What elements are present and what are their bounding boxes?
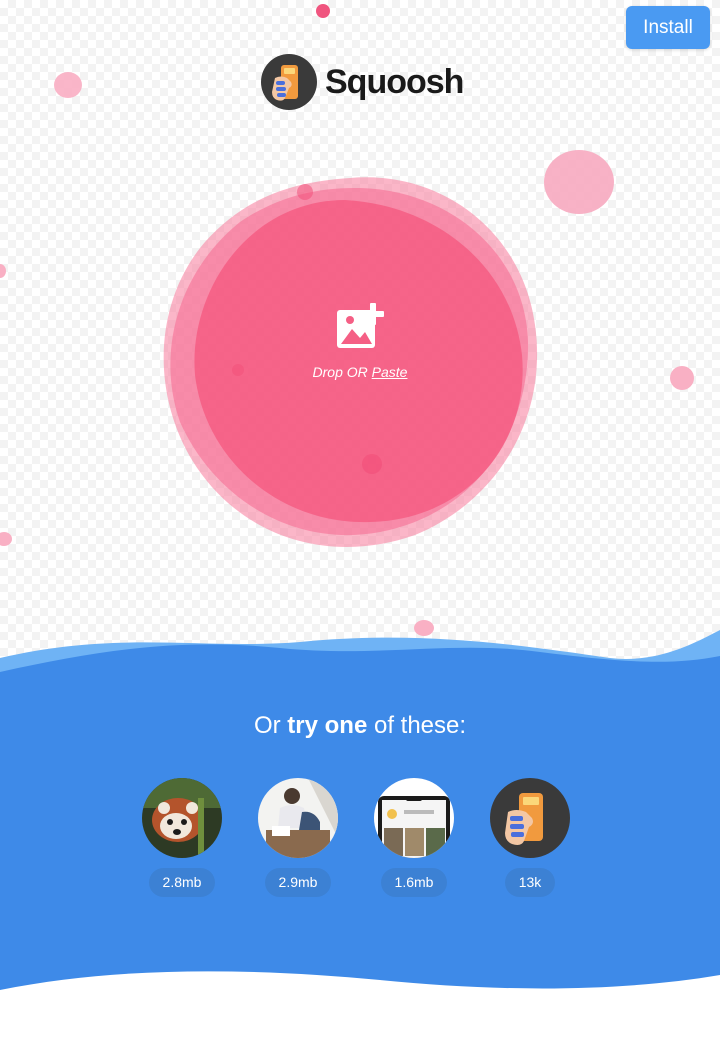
drop-instructions: Drop OR Paste [313,364,408,380]
demo-list: 2.8mb 2.9mb 1.6mb 13k [141,778,571,897]
decorative-dot [0,532,12,546]
file-size-badge: 2.8mb [148,868,216,897]
demo-item-logo[interactable]: 13k [489,778,571,897]
logo-text: Squoosh [325,62,464,101]
paste-link[interactable]: Paste [372,364,408,380]
drop-zone[interactable]: Drop OR Paste [300,300,420,410]
people-photo-thumbnail[interactable] [258,778,338,858]
decorative-dot [544,150,614,214]
decorative-dot [54,72,82,98]
add-image-icon [337,303,384,348]
demo-item-red-panda[interactable]: 2.8mb [141,778,223,897]
phone-screenshot-thumbnail[interactable] [374,778,454,858]
squoosh-logo: Squoosh [261,54,464,110]
drop-or-label: Drop OR [312,364,368,380]
file-size-badge: 13k [504,868,556,897]
demo-heading-prefix: Or [253,712,281,739]
demo-heading-suffix: of these: [373,712,467,739]
squoosh-hand-logo-icon [261,54,317,110]
demo-heading: Or try one of these: [0,712,720,740]
red-panda-thumbnail[interactable] [142,778,222,858]
demo-heading-bold: try one [287,712,368,739]
install-button[interactable]: Install [626,6,710,49]
decorative-dot [670,366,694,390]
demo-item-people[interactable]: 2.9mb [257,778,339,897]
demo-item-phone[interactable]: 1.6mb [373,778,455,897]
file-size-badge: 2.9mb [264,868,332,897]
file-size-badge: 1.6mb [380,868,448,897]
decorative-dot [316,4,330,18]
squoosh-logo-thumbnail[interactable] [490,778,570,858]
decorative-dot [0,264,6,278]
